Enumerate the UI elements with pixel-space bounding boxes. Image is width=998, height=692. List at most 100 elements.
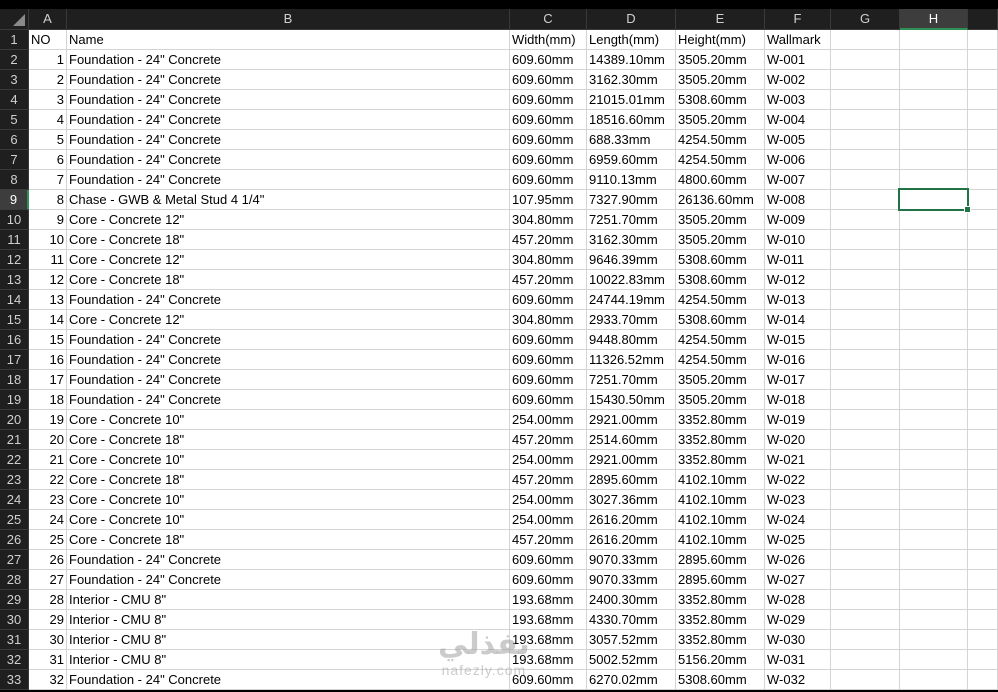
cell-wallmark[interactable]: W-023: [765, 490, 831, 510]
cell-name[interactable]: Core - Concrete 18": [67, 530, 510, 550]
cell-no[interactable]: 32: [29, 670, 67, 690]
cell-no[interactable]: 8: [29, 190, 67, 210]
empty-cell[interactable]: [900, 30, 968, 50]
cell-wallmark[interactable]: W-030: [765, 630, 831, 650]
empty-cell[interactable]: [968, 610, 998, 630]
cell-height[interactable]: 4254.50mm: [676, 130, 765, 150]
empty-cell[interactable]: [831, 370, 900, 390]
cell-no[interactable]: 23: [29, 490, 67, 510]
empty-cell[interactable]: [831, 110, 900, 130]
cell-height[interactable]: 4254.50mm: [676, 290, 765, 310]
cell-width[interactable]: 609.60mm: [510, 570, 587, 590]
cell-length[interactable]: 2921.00mm: [587, 410, 676, 430]
cell-name[interactable]: Interior - CMU 8": [67, 610, 510, 630]
cell-width[interactable]: 609.60mm: [510, 330, 587, 350]
cell-name[interactable]: Foundation - 24" Concrete: [67, 50, 510, 70]
empty-cell[interactable]: [831, 450, 900, 470]
empty-cell[interactable]: [831, 410, 900, 430]
cell-length[interactable]: 21015.01mm: [587, 90, 676, 110]
column-header-i[interactable]: [968, 9, 998, 30]
cell-name[interactable]: Foundation - 24" Concrete: [67, 130, 510, 150]
cell-length[interactable]: 24744.19mm: [587, 290, 676, 310]
empty-cell[interactable]: [831, 650, 900, 670]
cell-height[interactable]: 3505.20mm: [676, 230, 765, 250]
header-cell-no[interactable]: NO: [29, 30, 67, 50]
cell-width[interactable]: 609.60mm: [510, 150, 587, 170]
empty-cell[interactable]: [900, 190, 968, 210]
cell-width[interactable]: 304.80mm: [510, 210, 587, 230]
cell-width[interactable]: 609.60mm: [510, 670, 587, 690]
header-cell-wallmark[interactable]: Wallmark: [765, 30, 831, 50]
empty-cell[interactable]: [900, 50, 968, 70]
cell-length[interactable]: 11326.52mm: [587, 350, 676, 370]
cell-length[interactable]: 2921.00mm: [587, 450, 676, 470]
cell-no[interactable]: 21: [29, 450, 67, 470]
empty-cell[interactable]: [900, 70, 968, 90]
cell-wallmark[interactable]: W-017: [765, 370, 831, 390]
cell-width[interactable]: 609.60mm: [510, 370, 587, 390]
cell-no[interactable]: 25: [29, 530, 67, 550]
cell-height[interactable]: 3352.80mm: [676, 610, 765, 630]
cell-name[interactable]: Foundation - 24" Concrete: [67, 330, 510, 350]
cell-wallmark[interactable]: W-008: [765, 190, 831, 210]
cell-no[interactable]: 5: [29, 130, 67, 150]
empty-cell[interactable]: [831, 590, 900, 610]
cell-no[interactable]: 17: [29, 370, 67, 390]
row-header-15[interactable]: 15: [0, 310, 29, 330]
cell-name[interactable]: Foundation - 24" Concrete: [67, 570, 510, 590]
cell-wallmark[interactable]: W-031: [765, 650, 831, 670]
cell-height[interactable]: 3505.20mm: [676, 370, 765, 390]
row-header-33[interactable]: 33: [0, 670, 29, 690]
empty-cell[interactable]: [968, 210, 998, 230]
empty-cell[interactable]: [831, 290, 900, 310]
row-header-1[interactable]: 1: [0, 30, 29, 50]
cell-no[interactable]: 24: [29, 510, 67, 530]
cell-no[interactable]: 14: [29, 310, 67, 330]
cell-wallmark[interactable]: W-003: [765, 90, 831, 110]
empty-cell[interactable]: [968, 670, 998, 690]
empty-cell[interactable]: [900, 430, 968, 450]
cell-length[interactable]: 9110.13mm: [587, 170, 676, 190]
cell-height[interactable]: 3352.80mm: [676, 410, 765, 430]
cell-length[interactable]: 2933.70mm: [587, 310, 676, 330]
empty-cell[interactable]: [968, 130, 998, 150]
cell-length[interactable]: 10022.83mm: [587, 270, 676, 290]
header-cell-height[interactable]: Height(mm): [676, 30, 765, 50]
cell-wallmark[interactable]: W-009: [765, 210, 831, 230]
cell-name[interactable]: Foundation - 24" Concrete: [67, 370, 510, 390]
empty-cell[interactable]: [900, 510, 968, 530]
cell-height[interactable]: 4102.10mm: [676, 490, 765, 510]
row-header-3[interactable]: 3: [0, 70, 29, 90]
cell-height[interactable]: 4254.50mm: [676, 350, 765, 370]
cell-no[interactable]: 13: [29, 290, 67, 310]
cell-width[interactable]: 457.20mm: [510, 430, 587, 450]
empty-cell[interactable]: [968, 510, 998, 530]
cell-height[interactable]: 4102.10mm: [676, 510, 765, 530]
cell-width[interactable]: 609.60mm: [510, 70, 587, 90]
header-cell-name[interactable]: Name: [67, 30, 510, 50]
row-header-28[interactable]: 28: [0, 570, 29, 590]
row-header-18[interactable]: 18: [0, 370, 29, 390]
cell-width[interactable]: 254.00mm: [510, 510, 587, 530]
column-header-a[interactable]: A: [29, 9, 67, 30]
empty-cell[interactable]: [968, 630, 998, 650]
cell-width[interactable]: 254.00mm: [510, 490, 587, 510]
cell-no[interactable]: 15: [29, 330, 67, 350]
empty-cell[interactable]: [831, 310, 900, 330]
cell-height[interactable]: 4102.10mm: [676, 530, 765, 550]
cell-height[interactable]: 4254.50mm: [676, 150, 765, 170]
empty-cell[interactable]: [968, 430, 998, 450]
cell-length[interactable]: 4330.70mm: [587, 610, 676, 630]
cell-length[interactable]: 18516.60mm: [587, 110, 676, 130]
empty-cell[interactable]: [831, 390, 900, 410]
cell-length[interactable]: 2616.20mm: [587, 530, 676, 550]
cell-height[interactable]: 3505.20mm: [676, 70, 765, 90]
cell-height[interactable]: 5308.60mm: [676, 670, 765, 690]
cell-width[interactable]: 254.00mm: [510, 410, 587, 430]
empty-cell[interactable]: [831, 570, 900, 590]
cell-width[interactable]: 193.68mm: [510, 650, 587, 670]
empty-cell[interactable]: [900, 270, 968, 290]
empty-cell[interactable]: [968, 290, 998, 310]
empty-cell[interactable]: [968, 50, 998, 70]
row-header-19[interactable]: 19: [0, 390, 29, 410]
